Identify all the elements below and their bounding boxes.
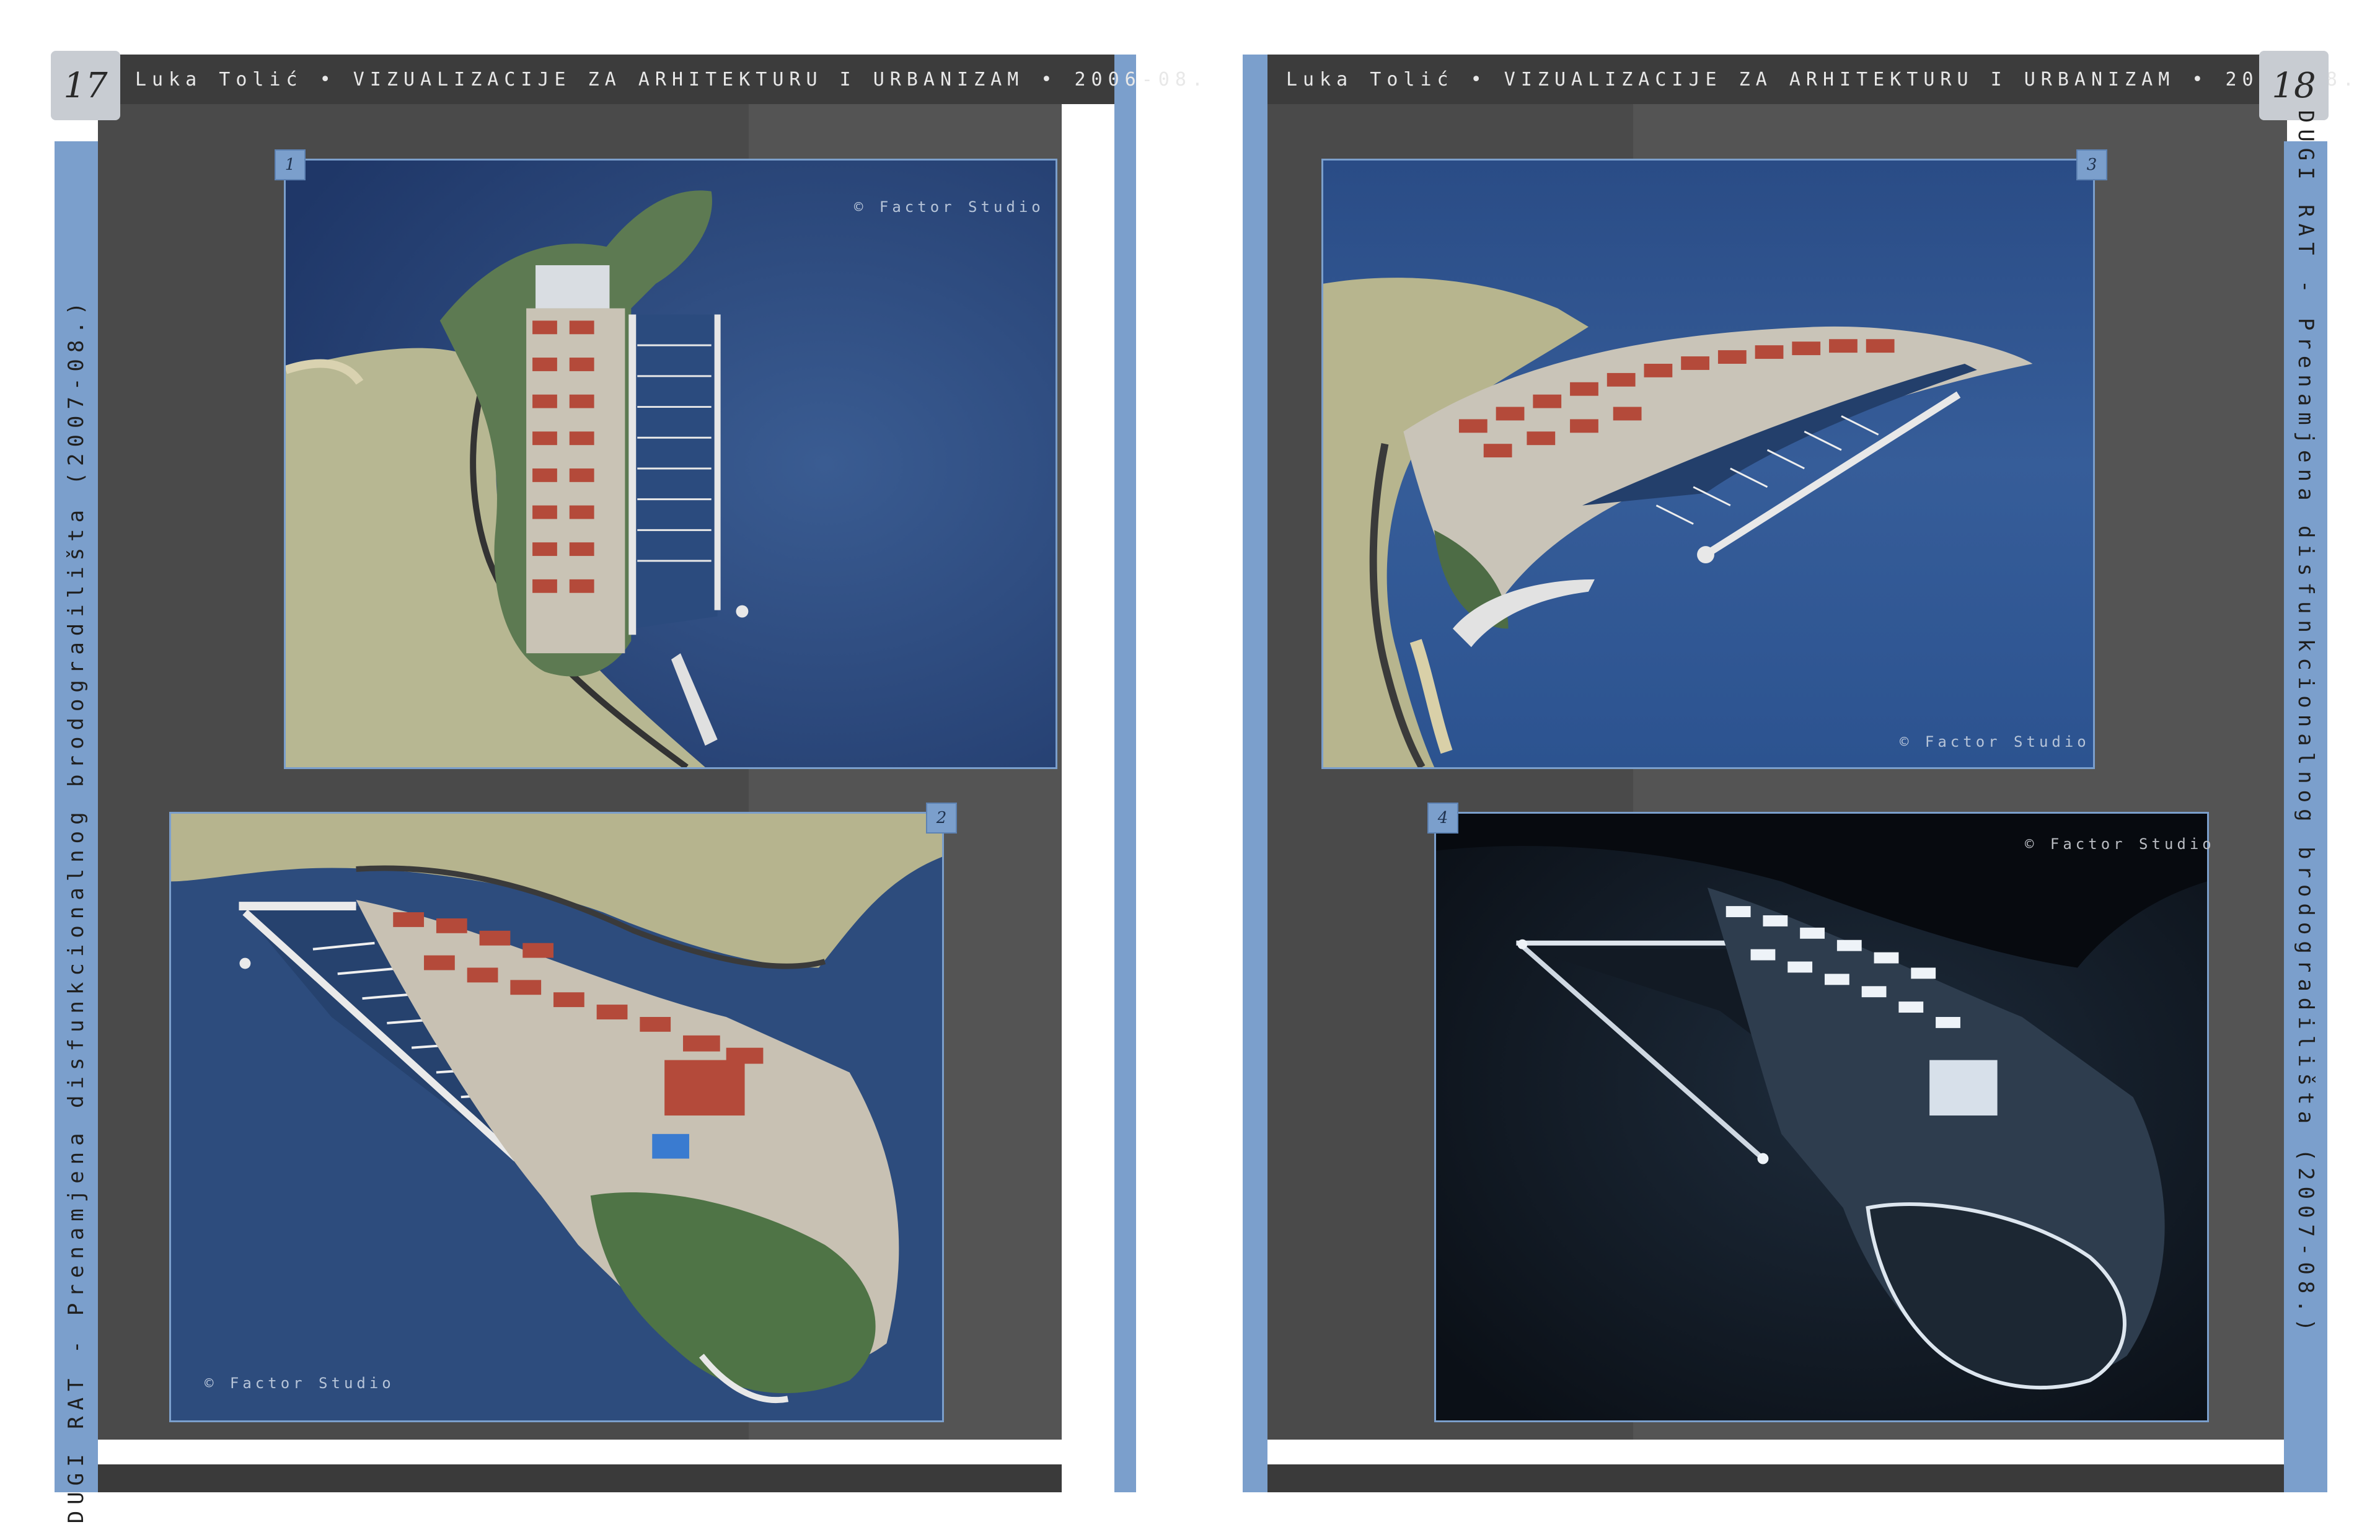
edge-bar bbox=[1114, 55, 1136, 1492]
running-header: Luka Tolić • VIZUALIZACIJE ZA ARHITEKTUR… bbox=[98, 55, 1203, 104]
figure-4-image bbox=[1434, 812, 2209, 1422]
running-header: Luka Tolić • VIZUALIZACIJE ZA ARHITEKTUR… bbox=[1267, 55, 2354, 104]
page-number: 17 bbox=[51, 51, 120, 120]
figure-3-image bbox=[1321, 159, 2095, 769]
figure-4-credit: © Factor Studio bbox=[2025, 835, 2215, 853]
figure-2-credit: © Factor Studio bbox=[205, 1375, 395, 1392]
figure-1-credit: © Factor Studio bbox=[854, 198, 1044, 216]
page-footer-band bbox=[1267, 1464, 2287, 1492]
figure-3-badge: 3 bbox=[2076, 149, 2107, 180]
spine-title: DUGI RAT - Prenamjena disfunkcionalnog b… bbox=[2293, 110, 2318, 1338]
figure-4-badge: 4 bbox=[1427, 803, 1458, 834]
page-17: Luka Tolić • VIZUALIZACIJE ZA ARHITEKTUR… bbox=[51, 51, 1203, 1523]
spine-title: DUGI RAT - Prenamjena disfunkcionalnog b… bbox=[64, 296, 89, 1524]
figure-1-badge: 1 bbox=[275, 149, 306, 180]
figure-3-credit: © Factor Studio bbox=[1900, 733, 2090, 750]
figure-1-image bbox=[284, 159, 1057, 769]
page-footer-band bbox=[98, 1464, 1062, 1492]
figure-2-image bbox=[169, 812, 944, 1422]
edge-bar bbox=[1243, 55, 1267, 1492]
figure-2-badge: 2 bbox=[926, 803, 957, 834]
page-18: Luka Tolić • VIZUALIZACIJE ZA ARHITEKTUR… bbox=[1243, 51, 2354, 1492]
